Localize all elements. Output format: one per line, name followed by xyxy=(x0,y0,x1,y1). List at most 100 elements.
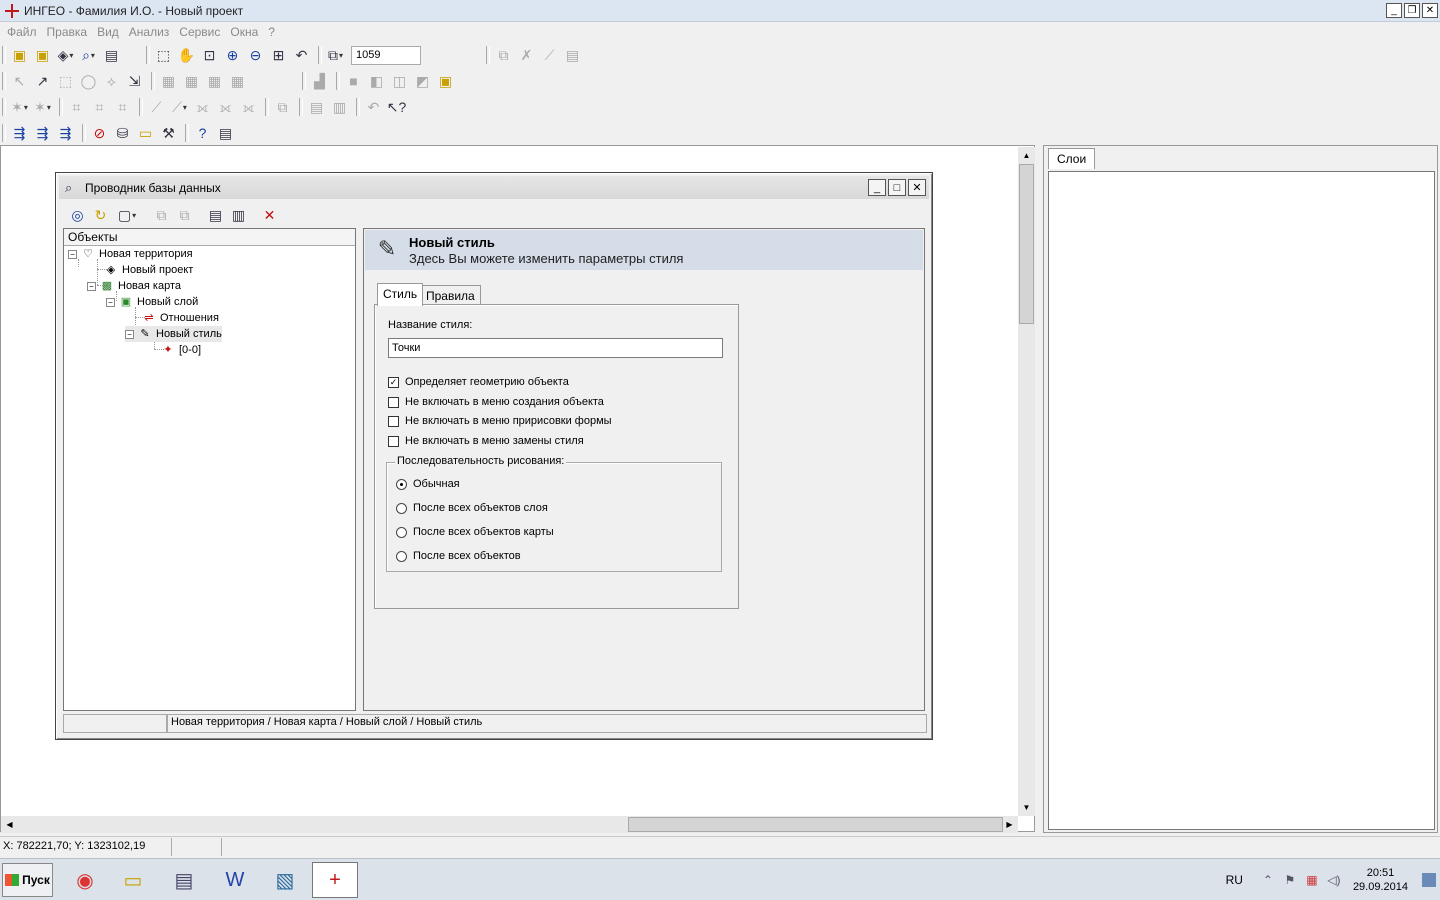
delete-icon[interactable]: ✕ xyxy=(258,204,281,226)
minimize-button[interactable]: _ xyxy=(1386,3,1402,18)
tools-icon[interactable]: ⚒ xyxy=(157,122,180,144)
checkbox-exclude-create-menu[interactable]: Не включать в меню создания объекта xyxy=(388,396,604,408)
table-edit-icon[interactable]: ⟋ xyxy=(538,44,561,66)
image-viewer-taskbar-icon[interactable]: ▧ xyxy=(262,862,308,898)
menu-service[interactable]: Сервис xyxy=(174,25,225,39)
open-project-icon[interactable]: ▣ xyxy=(8,44,31,66)
network-taskbar-icon[interactable]: ▤ xyxy=(161,862,207,898)
zoom-scale-input[interactable]: 1059 xyxy=(351,45,421,65)
query-table-icon[interactable]: ▤ xyxy=(214,122,237,144)
tab-rules[interactable]: Правила xyxy=(420,285,481,306)
properties-icon[interactable]: ▤ xyxy=(204,204,227,226)
collapse-icon[interactable]: − xyxy=(87,281,96,291)
checkbox-defines-geometry[interactable]: ✓ Определяет геометрию объекта xyxy=(388,376,569,388)
table-icon[interactable]: ⧉ xyxy=(492,44,515,66)
map-horizontal-scroll-thumb[interactable] xyxy=(628,817,1003,832)
subtract-icon[interactable]: ◧ xyxy=(365,70,388,92)
tree-node-territory[interactable]: − ♡ Новая территория xyxy=(68,246,193,262)
layer-invert-icon[interactable]: ▦ xyxy=(226,70,249,92)
tab-style[interactable]: Стиль xyxy=(377,283,424,306)
zoom-window-icon[interactable]: ⊡ xyxy=(198,44,221,66)
select-area-icon[interactable]: ⬚ xyxy=(152,44,175,66)
dialog-maximize-button[interactable]: □ xyxy=(888,179,906,196)
explorer-taskbar-icon[interactable]: ▭ xyxy=(110,862,156,898)
checkbox-exclude-draw-shape-menu[interactable]: Не включать в меню пририсовки формы xyxy=(388,415,612,427)
create-shape-icon[interactable]: ✶ xyxy=(31,96,54,118)
map-vertical-scrollbar[interactable]: ▲ ▼ xyxy=(1018,147,1035,816)
menu-edit[interactable]: Правка xyxy=(42,25,93,39)
select-pointer-icon[interactable]: ↗ xyxy=(31,70,54,92)
query-icon[interactable]: ? xyxy=(191,122,214,144)
radio-draw-after-map[interactable]: После всех объектов карты xyxy=(396,526,554,538)
new-item-icon[interactable]: ▢ xyxy=(112,204,142,226)
checkbox-checked-icon[interactable]: ✓ xyxy=(388,376,399,388)
tree-node-project[interactable]: ◈ Новый проект xyxy=(103,262,194,278)
nav-1-icon[interactable]: ⇶ xyxy=(8,122,31,144)
folder-icon[interactable]: ▭ xyxy=(134,122,157,144)
start-button[interactable]: Пуск xyxy=(2,863,53,897)
chrome-taskbar-icon[interactable]: ◉ xyxy=(62,862,108,898)
dialog-close-button[interactable]: ✕ xyxy=(908,179,926,196)
network-icon[interactable]: ▦ xyxy=(1301,873,1323,887)
radio-selected-icon[interactable] xyxy=(396,478,407,490)
collapse-icon[interactable]: − xyxy=(68,249,77,259)
zoom-in-icon[interactable]: ⊕ xyxy=(221,44,244,66)
language-indicator[interactable]: RU xyxy=(1226,873,1243,887)
select-rect-icon[interactable]: ⬚ xyxy=(54,70,77,92)
layer-deselect-icon[interactable]: ▦ xyxy=(203,70,226,92)
undo-icon[interactable]: ↶ xyxy=(362,96,385,118)
context-help-icon[interactable]: ↖? xyxy=(385,96,408,118)
menu-windows[interactable]: Окна xyxy=(225,25,263,39)
zoom-extent-icon[interactable]: ⊞ xyxy=(267,44,290,66)
nav-3-icon[interactable]: ⇶ xyxy=(54,122,77,144)
intersect-icon[interactable]: ◫ xyxy=(388,70,411,92)
close-button[interactable]: ✕ xyxy=(1422,3,1438,18)
menu-analysis[interactable]: Анализ xyxy=(124,25,175,39)
show-desktop-button[interactable] xyxy=(1422,873,1436,887)
search-icon[interactable]: ⌕ xyxy=(77,44,100,66)
nav-2-icon[interactable]: ⇶ xyxy=(31,122,54,144)
radio-draw-after-layer[interactable]: После всех объектов слоя xyxy=(396,502,548,514)
radio-draw-after-all[interactable]: После всех объектов xyxy=(396,550,521,562)
trim-icon[interactable]: ⟗ xyxy=(237,96,260,118)
scroll-down-icon[interactable]: ▼ xyxy=(1018,799,1035,816)
attributes-icon[interactable]: ▥ xyxy=(328,96,351,118)
checkbox-box[interactable] xyxy=(388,415,399,427)
edit-line-icon[interactable]: ⟋ xyxy=(145,96,168,118)
tree-node-style[interactable]: − ✎ Новый стиль xyxy=(125,326,222,342)
copy-style-icon[interactable]: ⧉ xyxy=(271,96,294,118)
menu-file[interactable]: Файл xyxy=(2,25,42,39)
tree-node-point-rule[interactable]: ✦ [0-0] xyxy=(160,342,201,358)
database-icon[interactable]: ◈ xyxy=(54,44,77,66)
forbid-icon[interactable]: ⊘ xyxy=(88,122,111,144)
checkbox-box[interactable] xyxy=(388,435,399,447)
radio-icon[interactable] xyxy=(396,526,407,538)
union-icon[interactable]: ■ xyxy=(342,70,365,92)
scroll-up-icon[interactable]: ▲ xyxy=(1018,147,1035,164)
style-name-input[interactable] xyxy=(388,338,723,358)
create-object-icon[interactable]: ✶ xyxy=(8,96,31,118)
radio-icon[interactable] xyxy=(396,502,407,514)
edit-node1-icon[interactable]: ⌗ xyxy=(65,96,88,118)
word-taskbar-icon[interactable]: W xyxy=(212,862,258,898)
collapse-icon[interactable]: − xyxy=(106,297,115,307)
checkbox-box[interactable] xyxy=(388,396,399,408)
tree-node-layer[interactable]: − ▣ Новый слой xyxy=(106,294,198,310)
edit-node2-icon[interactable]: ⌗ xyxy=(88,96,111,118)
database-stack-icon[interactable]: ⛁ xyxy=(111,122,134,144)
dialog-minimize-button[interactable]: _ xyxy=(868,179,886,196)
pointer-icon[interactable]: ↖ xyxy=(8,70,31,92)
copy-item-icon[interactable]: ⧉ xyxy=(150,204,173,226)
pan-hand-icon[interactable]: ✋ xyxy=(175,44,198,66)
menu-help[interactable]: ? xyxy=(263,25,280,39)
export-icon[interactable]: ▥ xyxy=(227,204,250,226)
radio-icon[interactable] xyxy=(396,550,407,562)
checkbox-exclude-replace-style-menu[interactable]: Не включать в меню замены стиля xyxy=(388,435,584,447)
print-icon[interactable]: ▤ xyxy=(100,44,123,66)
layers-list[interactable] xyxy=(1048,171,1435,830)
report-icon[interactable]: ▤ xyxy=(561,44,584,66)
paste-item-icon[interactable]: ⧉ xyxy=(173,204,196,226)
move-icon[interactable]: ▟ xyxy=(308,70,331,92)
select-lasso-icon[interactable]: ◯ xyxy=(77,70,100,92)
volume-icon[interactable]: ◁) xyxy=(1323,873,1345,887)
